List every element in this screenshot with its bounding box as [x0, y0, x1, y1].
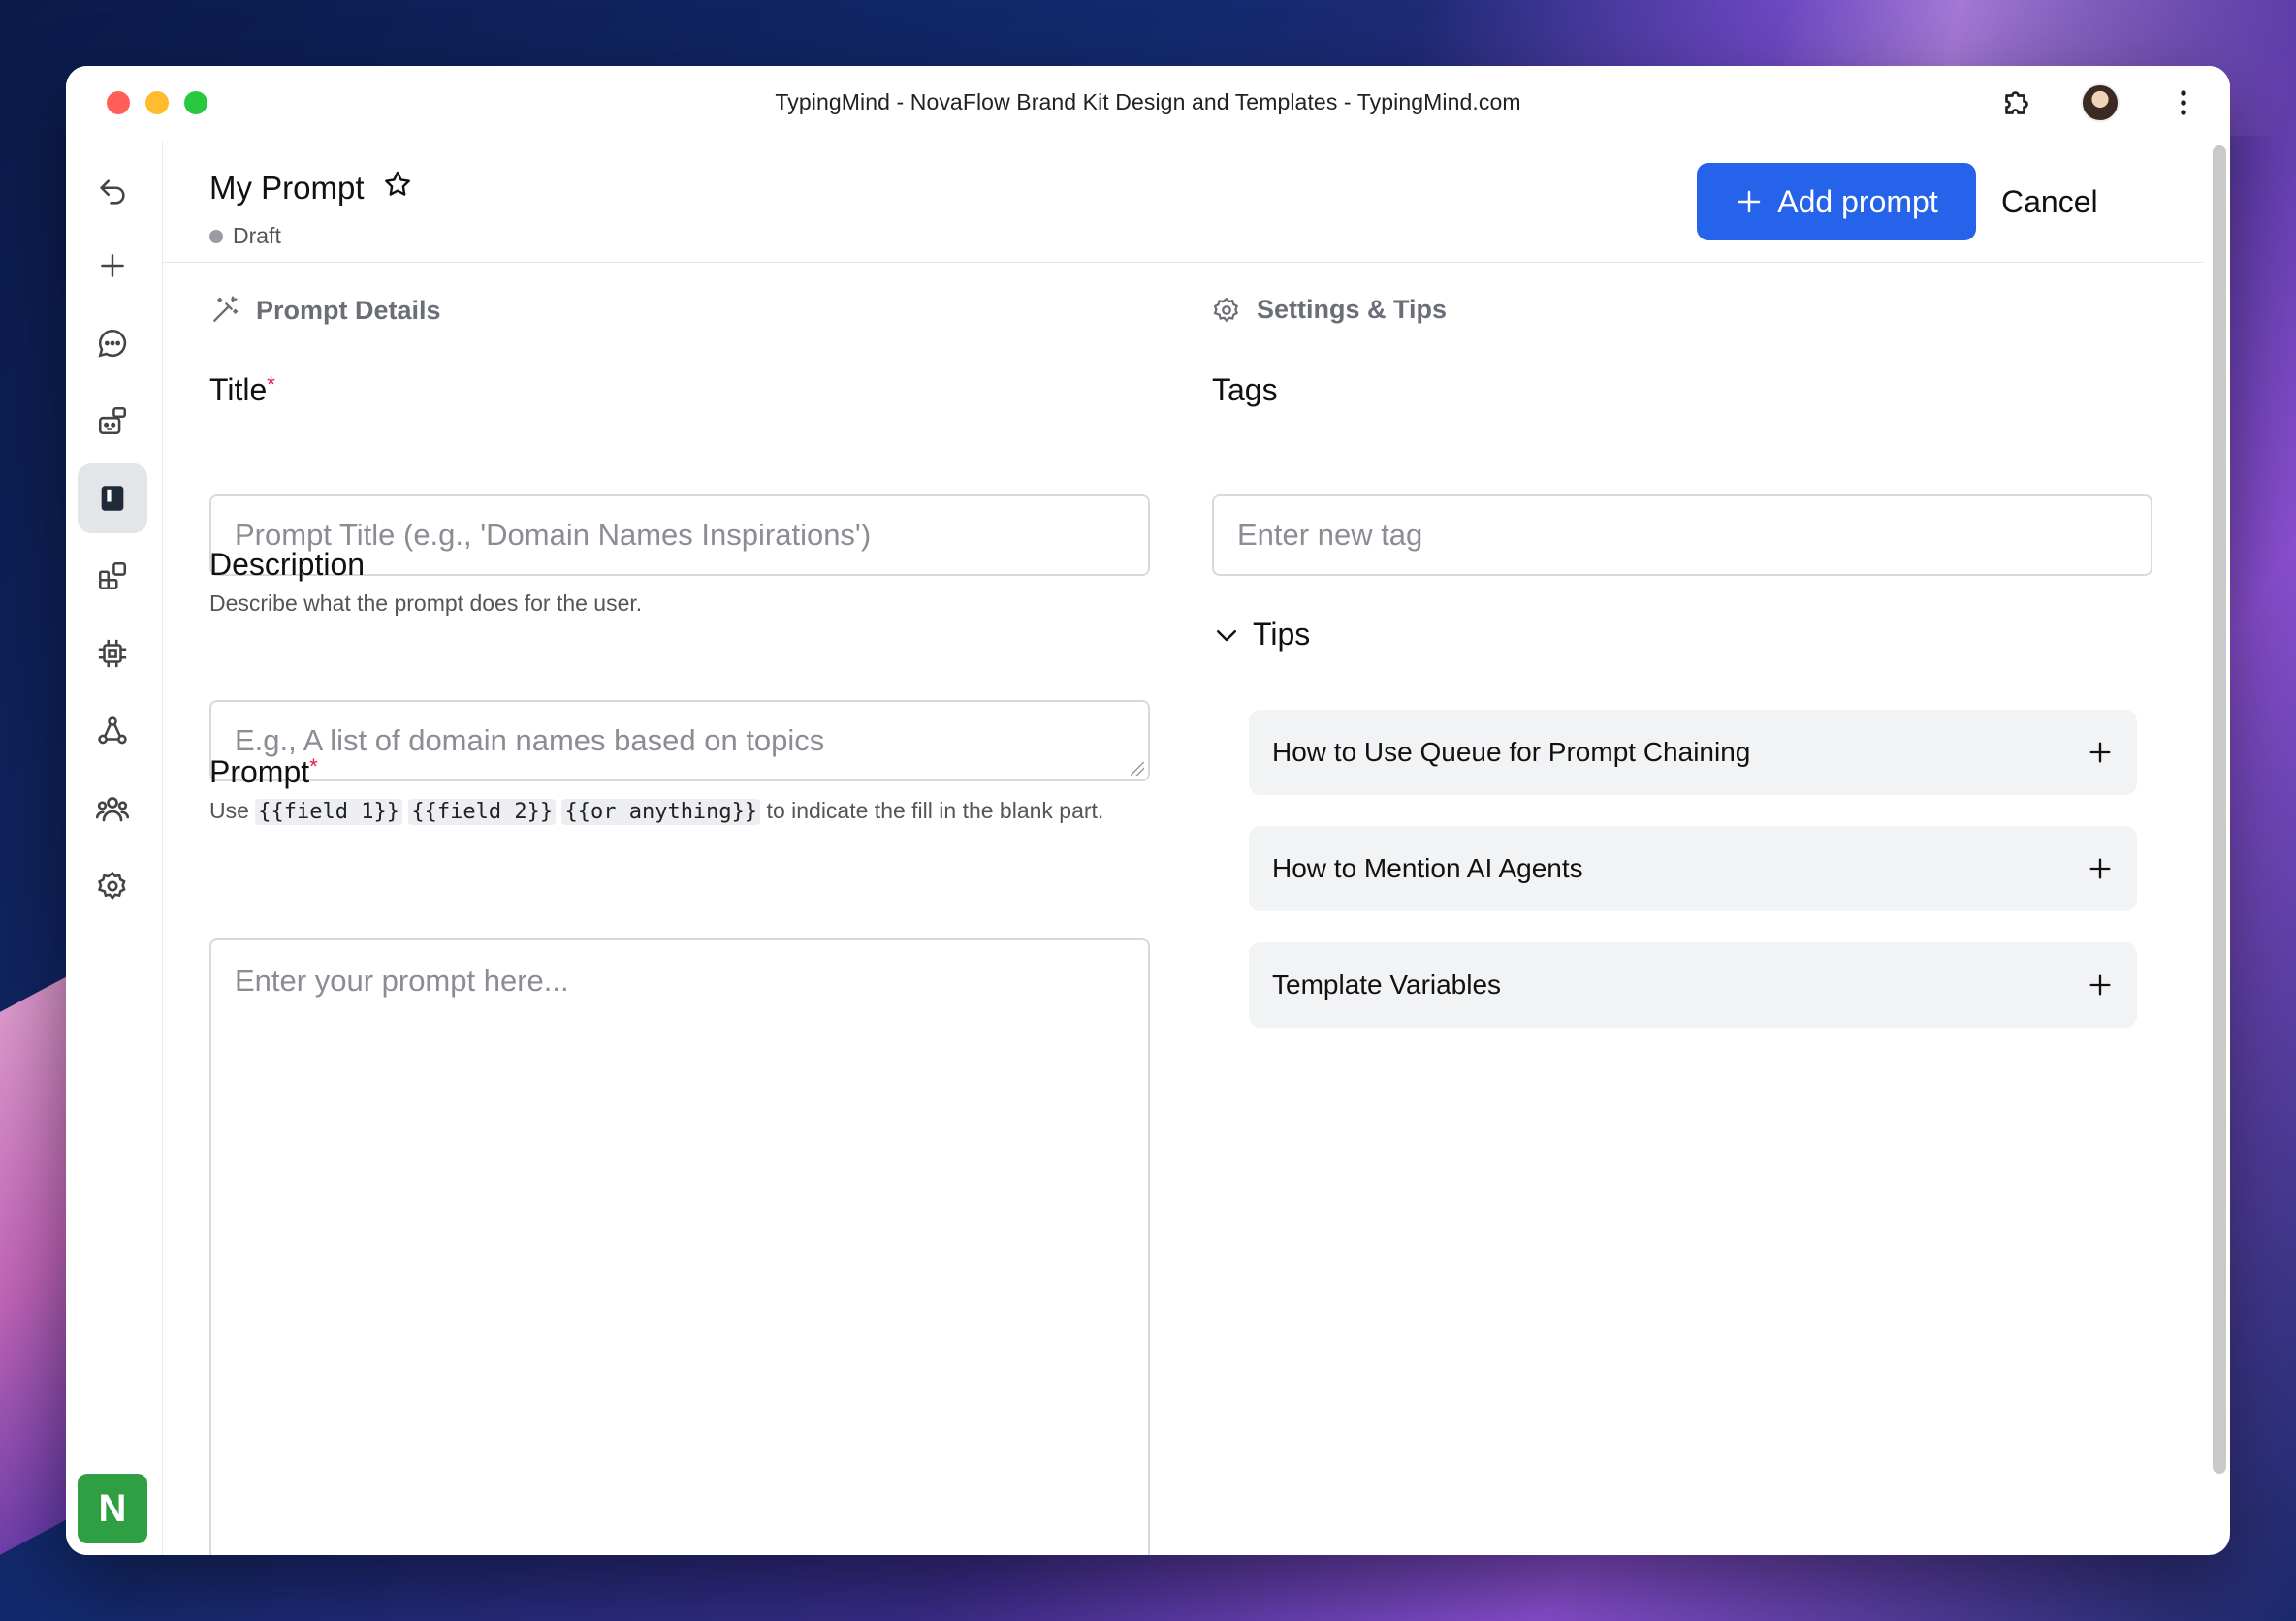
- description-label: Description: [209, 547, 366, 582]
- tags-placeholder: Enter new tag: [1237, 518, 1423, 552]
- description-placeholder: E.g., A list of domain names based on to…: [235, 723, 825, 757]
- description-hint: Describe what the prompt does for the us…: [209, 590, 643, 616]
- window-title: TypingMind - NovaFlow Brand Kit Design a…: [775, 89, 1521, 114]
- title-label-text: Title: [209, 372, 268, 407]
- sidebar: N: [66, 142, 163, 1555]
- tip-label: How to Use Queue for Prompt Chaining: [1272, 737, 1751, 767]
- title-label: Title*: [209, 372, 275, 408]
- status-badge: Draft: [209, 223, 281, 249]
- prompt-details-heading: Prompt Details: [209, 295, 441, 326]
- tip-accordion-item[interactable]: How to Mention AI Agents: [1249, 826, 2137, 911]
- tips-label: Tips: [1253, 617, 1311, 652]
- plus-icon: [1738, 190, 1761, 213]
- plugins-icon[interactable]: [78, 541, 147, 611]
- back-icon[interactable]: [78, 157, 147, 227]
- tip-label: How to Mention AI Agents: [1272, 853, 1583, 883]
- hint-code: {{field 1}}: [255, 799, 402, 825]
- description-input[interactable]: E.g., A list of domain names based on to…: [209, 700, 1150, 781]
- chevron-down-icon: [1217, 629, 1236, 641]
- knowledge-icon[interactable]: [78, 696, 147, 766]
- status-dot: [209, 229, 223, 243]
- settings-tips-heading: Settings & Tips: [1212, 295, 1447, 325]
- magic-wand-icon: [213, 296, 239, 322]
- tags-label: Tags: [1212, 372, 1278, 407]
- scrollbar-thumb[interactable]: [2213, 145, 2226, 1474]
- tips-toggle[interactable]: Tips: [1212, 617, 1310, 652]
- settings-tips-title: Settings & Tips: [1257, 295, 1448, 324]
- plus-icon: [2089, 742, 2111, 763]
- resize-handle[interactable]: [1131, 762, 1144, 776]
- workspace-logo[interactable]: N: [78, 1474, 147, 1543]
- prompt-details-title: Prompt Details: [256, 295, 441, 325]
- prompt-textarea[interactable]: Enter your prompt here...: [209, 938, 1150, 1555]
- team-icon[interactable]: [78, 774, 147, 843]
- profile-avatar[interactable]: [2081, 83, 2120, 122]
- extensions-icon[interactable]: [1995, 81, 2038, 124]
- page-header: My Prompt Draft Add prompt Cancel: [163, 142, 2203, 263]
- prompt-hint-prefix: Use: [209, 798, 256, 823]
- page-title-row: My Prompt: [209, 169, 413, 207]
- title-bar: TypingMind - NovaFlow Brand Kit Design a…: [66, 66, 2230, 142]
- plus-icon: [2089, 974, 2111, 996]
- hint-code: {{or anything}}: [561, 799, 761, 825]
- cancel-button[interactable]: Cancel: [2001, 163, 2098, 240]
- main-panel: My Prompt Draft Add prompt Cancel Prompt…: [163, 142, 2203, 1555]
- gear-icon: [1213, 297, 1239, 322]
- models-icon[interactable]: [78, 619, 147, 688]
- add-prompt-button[interactable]: Add prompt: [1697, 163, 1976, 240]
- settings-icon[interactable]: [78, 851, 147, 921]
- star-icon[interactable]: [382, 169, 413, 207]
- prompt-hint: Use {{field 1}} {{field 2}} {{or anythin…: [209, 795, 1140, 828]
- hint-code: {{field 2}}: [408, 799, 557, 825]
- tip-label: Template Variables: [1272, 969, 1502, 1000]
- chat-icon[interactable]: [78, 308, 147, 378]
- prompt-placeholder: Enter your prompt here...: [235, 964, 569, 998]
- plus-icon: [2089, 858, 2111, 879]
- tags-input[interactable]: Enter new tag: [1212, 494, 2152, 576]
- required-mark: *: [267, 372, 275, 397]
- prompt-hint-suffix: to indicate the fill in the blank part.: [760, 798, 1104, 823]
- add-prompt-label: Add prompt: [1777, 183, 1938, 219]
- prompt-label: Prompt*: [209, 754, 318, 790]
- tip-accordion-item[interactable]: How to Use Queue for Prompt Chaining: [1249, 710, 2137, 795]
- agents-icon[interactable]: [78, 386, 147, 456]
- plus-icon[interactable]: [78, 231, 147, 301]
- page-title: My Prompt: [209, 170, 365, 206]
- more-menu-icon[interactable]: [2162, 81, 2205, 124]
- required-mark: *: [309, 754, 318, 779]
- prompt-label-text: Prompt: [209, 754, 310, 789]
- browser-window: TypingMind - NovaFlow Brand Kit Design a…: [66, 66, 2230, 1555]
- status-text: Draft: [233, 223, 281, 248]
- tip-accordion-item[interactable]: Template Variables: [1249, 942, 2137, 1028]
- prompt-library-icon[interactable]: [78, 463, 147, 533]
